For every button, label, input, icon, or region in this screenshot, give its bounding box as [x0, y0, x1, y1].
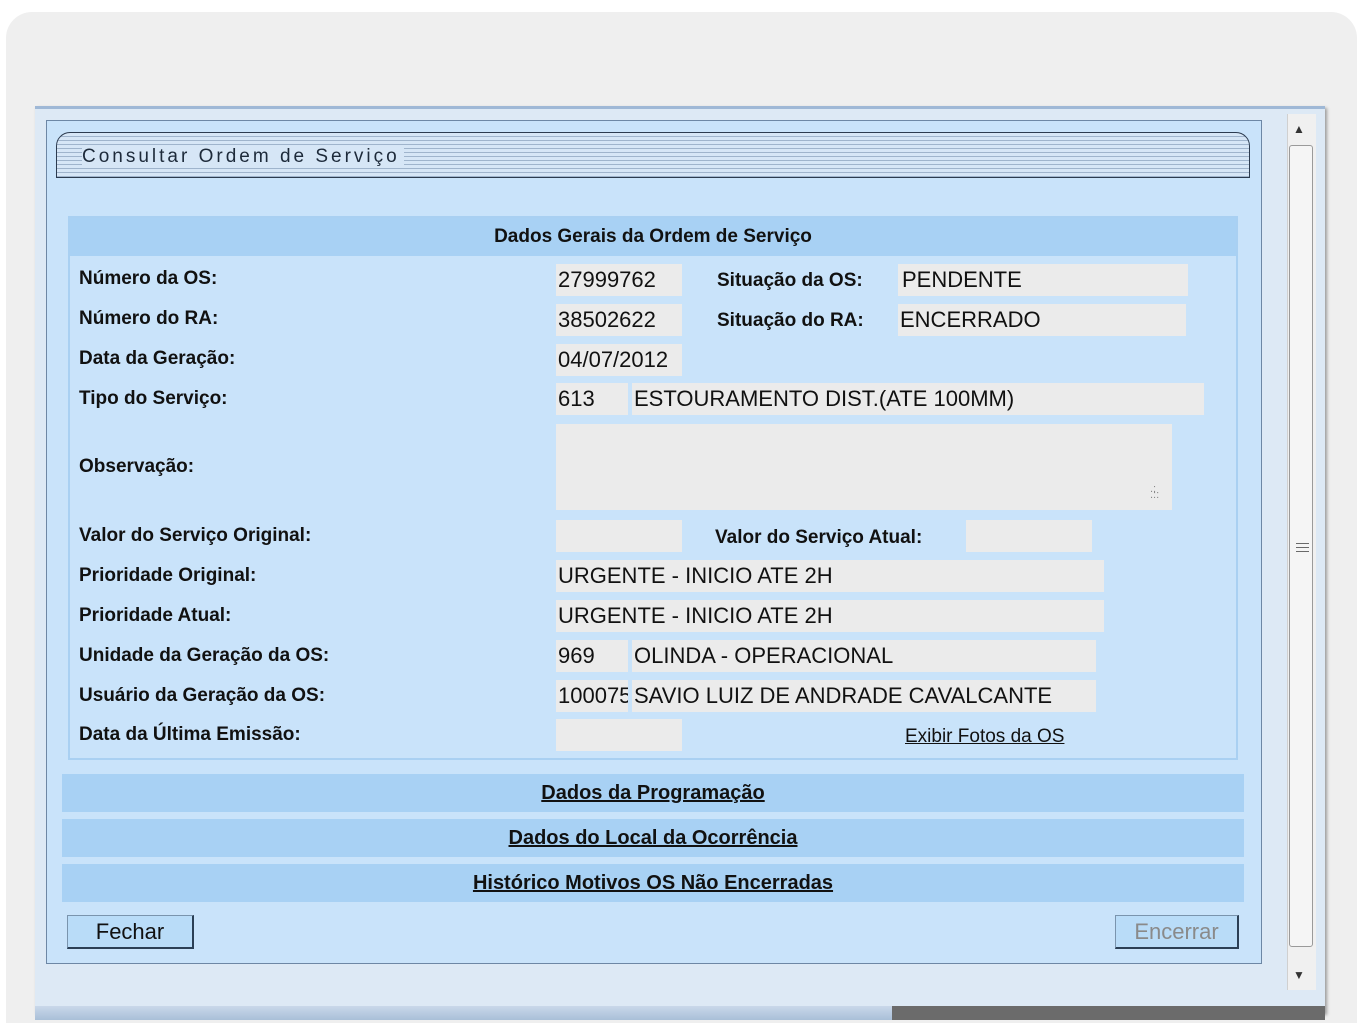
scroll-up-arrow-icon[interactable]: ▲ — [1293, 122, 1305, 136]
label-prioridade-original: Prioridade Original: — [79, 565, 257, 586]
page-title: Consultar Ordem de Serviço — [82, 146, 404, 168]
label-unidade-geracao: Unidade da Geração da OS: — [79, 645, 330, 666]
label-tipo-servico: Tipo do Serviço: — [79, 388, 228, 409]
prioridade-original-field[interactable]: URGENTE - INICIO ATE 2H — [556, 560, 1104, 592]
label-situacao-os: Situação da OS: — [717, 270, 863, 291]
numero-os-field[interactable]: 27999762 — [556, 264, 682, 296]
unidade-nome-field[interactable]: OLINDA - OPERACIONAL — [632, 640, 1096, 672]
valor-atual-field[interactable] — [966, 520, 1092, 552]
label-situacao-ra: Situação do RA: — [717, 310, 864, 331]
numero-ra-field[interactable]: 38502622 — [556, 304, 682, 336]
dados-programacao-toggle[interactable]: Dados da Programação — [62, 774, 1244, 812]
dados-local-ocorrencia-toggle[interactable]: Dados do Local da Ocorrência — [62, 819, 1244, 857]
label-valor-atual: Valor do Serviço Atual: — [715, 527, 923, 548]
usuario-codigo-field[interactable]: 100075 — [556, 680, 628, 712]
data-ultima-emissao-field[interactable] — [556, 719, 682, 751]
label-numero-os: Número da OS: — [79, 268, 218, 289]
tipo-servico-codigo-field[interactable]: 613 — [556, 383, 628, 415]
exibir-fotos-link[interactable]: Exibir Fotos da OS — [905, 726, 1064, 748]
tipo-servico-descricao-field[interactable]: ESTOURAMENTO DIST.(ATE 100MM) — [632, 383, 1204, 415]
label-observacao: Observação: — [79, 456, 195, 477]
data-geracao-field[interactable]: 04/07/2012 — [556, 344, 682, 376]
unidade-codigo-field[interactable]: 969 — [556, 640, 628, 672]
situacao-os-field[interactable]: PENDENTE — [898, 264, 1188, 296]
scrollbar-grip-icon: — — — — [1296, 535, 1309, 558]
label-usuario-geracao: Usuário da Geração da OS: — [79, 685, 326, 706]
observacao-textarea[interactable] — [556, 424, 1172, 510]
fechar-button[interactable]: Fechar — [67, 915, 194, 949]
label-valor-original: Valor do Serviço Original: — [79, 525, 312, 546]
prioridade-atual-field[interactable]: URGENTE - INICIO ATE 2H — [556, 600, 1104, 632]
resize-handle-icon[interactable]: .:.:: — [1150, 484, 1159, 501]
label-data-ultima-emissao: Data da Última Emissão: — [79, 724, 301, 745]
situacao-ra-field[interactable]: ENCERRADO — [898, 304, 1186, 336]
usuario-nome-field[interactable]: SAVIO LUIZ DE ANDRADE CAVALCANTE — [632, 680, 1096, 712]
window-bottom-shadow — [892, 1006, 1325, 1020]
label-data-geracao: Data da Geração: — [79, 348, 236, 369]
valor-original-field[interactable] — [556, 520, 682, 552]
label-numero-ra: Número do RA: — [79, 308, 219, 329]
section-header: Dados Gerais da Ordem de Serviço — [70, 218, 1236, 256]
historico-motivos-toggle[interactable]: Histórico Motivos OS Não Encerradas — [62, 864, 1244, 902]
scroll-down-arrow-icon[interactable]: ▼ — [1293, 968, 1305, 982]
encerrar-button[interactable]: Encerrar — [1115, 915, 1239, 949]
label-prioridade-atual: Prioridade Atual: — [79, 605, 232, 626]
